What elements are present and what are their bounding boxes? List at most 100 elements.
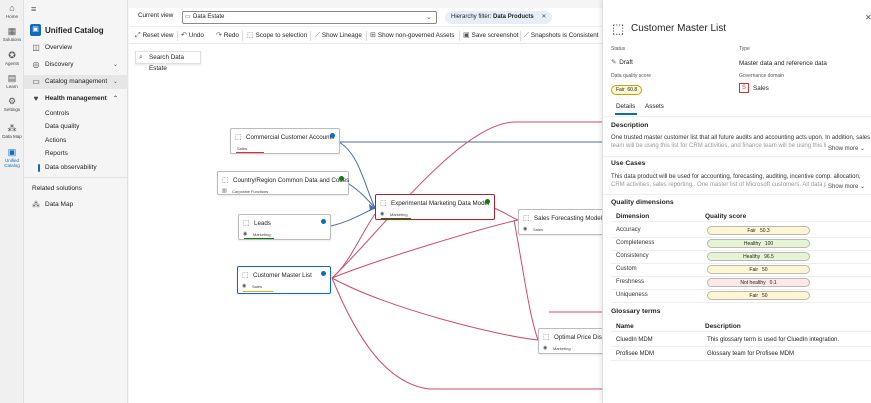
row-divider [611,346,871,347]
status-dot-icon [339,176,344,181]
quality-score-value: 50 [762,267,768,273]
tab-selected-indicator [615,113,637,115]
nav-controls[interactable]: Controls [24,107,128,121]
status-dot-icon [330,133,335,138]
quality-score-label: Not healthy [740,280,766,286]
search-data-estate-box[interactable]: ⌕ Search Data Estate [135,51,201,72]
node-leads[interactable]: ⬚ Leads Marketing ◉ [238,214,331,240]
governance-domain-value: Sales [753,85,769,92]
show-lineage-button[interactable]: ⟋ Show Lineage [315,28,362,44]
tag-icon: ◉ [543,345,548,351]
status-dot-icon [485,199,490,204]
glossary-row-name[interactable]: CluedIn MDM [616,337,653,343]
rail-data-map[interactable]: ⁂ Data Map [0,123,24,140]
data-product-icon: ⬚ [543,334,550,341]
row-divider [611,263,871,264]
quality-dimensions-heading: Quality dimensions [611,199,674,206]
quality-score-label: Fair [749,293,759,299]
view-toolbar: Current view ▭ Data Estate ⌄ Hierarchy f… [129,8,602,27]
type-label: Type [739,46,750,52]
data-map-icon: ⁂ [7,123,17,133]
data-map-icon: ⁂ [32,200,40,209]
nav-data-map[interactable]: ⁂ Data Map [24,198,128,212]
show-non-governed-button[interactable]: ⊞ Show non-governed Assets [370,28,455,44]
nav-catalog-management[interactable]: ▭ Catalog management ⌄ [24,75,128,89]
rail-learn[interactable]: ▤ Learn [0,73,24,90]
nav-data-observability[interactable]: Data observability [24,161,128,175]
tag-icon: ◉ [523,226,528,232]
rail-agents[interactable]: ✪ Agents [0,51,24,67]
overview-icon: ◫ [32,43,40,52]
close-icon[interactable]: ✕ [541,14,546,20]
show-more-use-cases[interactable]: Show more ⌄ [828,183,865,190]
current-view-label: Current view [138,12,174,19]
toolbar-separator [520,31,521,41]
glossary-row-name[interactable]: Profisee MDM [616,351,654,357]
node-optimal-price-discovery[interactable]: ⬚ Optimal Price Disco Marketing ◉ [538,328,608,354]
glossary-row-description: This glossary term is used for CluedIn i… [707,337,840,343]
hamburger-icon[interactable]: ≡ [31,4,36,14]
data-product-icon: ⬚ [242,272,249,279]
rail-settings[interactable]: ⚙ Settings [0,97,24,113]
tag-icon: ◉ [243,231,248,237]
data-product-icon: ⬚ [523,215,530,222]
chevron-down-icon: ⌄ [426,14,432,21]
status-dot-icon [321,271,326,276]
dimension-name: Custom [616,266,637,272]
rail-unified-catalog[interactable]: ▣ Unified Catalog [0,148,24,169]
glossary-name-column-header: Name [616,323,634,330]
snapshots-button[interactable]: ⟋ Snapshots is Consistent [524,28,598,44]
close-icon[interactable]: ✕ [865,13,871,22]
redo-button[interactable]: ↷ Redo [216,28,239,44]
nav-reports[interactable]: Reports [24,147,128,161]
row-divider [611,237,871,238]
nav-discovery[interactable]: ◎ Discovery ⌄ [24,58,128,72]
hierarchy-filter-chip[interactable]: Hierarchy filter: Data Products ✕ [445,11,553,24]
dq-score-badge: Fair 60.8 [611,85,643,95]
tag-icon: ◉ [380,211,385,217]
details-panel: ⬚ Customer Master List ✕ Status ✎Draft T… [602,0,871,403]
data-product-icon: ⬚ [222,177,229,184]
edge-mid-to-optimal [513,219,539,341]
nav-actions[interactable]: Actions [24,134,128,148]
node-commercial-customer-accounts[interactable]: ⬚ Commercial Customer Accounts Sales [230,128,340,154]
snapshot-icon: ⟋ [524,32,529,39]
home-icon: ⌂ [9,3,15,13]
tag-icon: ◉ [242,283,247,289]
book-icon: ▤ [7,73,17,83]
status-value: ✎ Draft [611,59,633,66]
tab-details[interactable]: Details [616,103,635,110]
node-experimental-marketing-data-model[interactable]: ⬚ Experimental Marketing Data Model Mark… [375,194,495,220]
save-icon: ▣ [463,32,470,39]
node-customer-master-list[interactable]: ⬚ Customer Master List Sales ◉ [237,266,331,294]
save-screenshot-button[interactable]: ▣ Save screenshot [463,28,519,44]
quality-score-value: 96.5 [764,254,774,260]
nav-data-quality[interactable]: Data quality [24,120,128,134]
chevron-down-icon: ⌄ [112,62,118,68]
quality-bar [244,238,274,239]
box-icon: ▭ [185,14,191,20]
nav-health-management[interactable]: ♥ Health management ⌃ [24,92,128,106]
table-divider [611,331,871,332]
section-divider [603,194,871,195]
rail-solutions[interactable]: ▦ Solutions [0,27,24,43]
quality-score-label: Healthy [743,241,761,247]
node-country-region-common-data[interactable]: ⬚ Country/Region Common Data and Codes C… [217,171,349,195]
search-icon: ⌕ [139,54,143,61]
data-product-icon: ⬚ [612,21,625,36]
quality-score-pill: Fair 50 [707,291,810,300]
quality-score-value: 50.3 [759,228,770,234]
nav-overview[interactable]: ◫ Overview [24,41,128,55]
scope-to-selection-button[interactable]: ⬚ Scope to selection [247,28,307,44]
undo-button[interactable]: ↶ Undo [181,28,204,44]
current-view-select[interactable]: ▭ Data Estate ⌄ [182,11,437,24]
rail-home[interactable]: ⌂ Home [0,3,24,20]
node-sales-forecasting-model[interactable]: ⬚ Sales Forecasting Model w Sales ◉ [518,209,608,235]
reset-view-button[interactable]: ⤢ Reset view [135,28,173,44]
show-more-description[interactable]: Show more ⌄ [828,145,865,152]
description-line-1: One trusted master customer list that al… [611,135,871,141]
glossary-description-column-header: Description [705,323,741,330]
toolbar-separator [459,31,460,41]
tab-assets[interactable]: Assets [645,103,664,110]
tab-divider [603,116,871,117]
